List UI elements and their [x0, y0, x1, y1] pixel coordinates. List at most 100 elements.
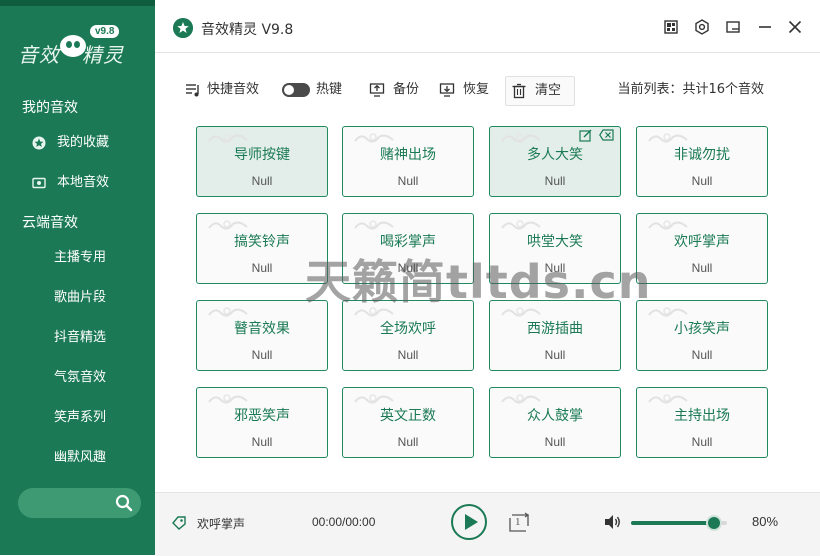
card-watermark-logo	[354, 307, 394, 317]
sound-card[interactable]: 搞笑铃声 Null	[196, 213, 328, 284]
card-watermark-logo	[501, 307, 541, 317]
skin-icon[interactable]	[662, 18, 680, 36]
sound-card[interactable]: 哄堂大笑 Null	[489, 213, 621, 284]
title-bar: 音效精灵 V9.8	[155, 0, 820, 53]
sound-card-hotkey: Null	[251, 174, 273, 188]
restore-label: 恢复	[463, 82, 490, 97]
sound-card[interactable]: 欢呼掌声 Null	[636, 213, 768, 284]
sound-card-hotkey: Null	[251, 348, 273, 362]
sound-card-name: 主持出场	[674, 408, 730, 424]
sound-card-hotkey: Null	[251, 261, 273, 275]
card-watermark-logo	[648, 133, 688, 143]
sound-card[interactable]: 英文正数 Null	[342, 387, 474, 458]
sound-card-hotkey: Null	[397, 174, 419, 188]
sound-card-name: 赌神出场	[380, 147, 436, 163]
edit-icon[interactable]	[579, 129, 592, 142]
sound-card[interactable]: 小孩笑声 Null	[636, 300, 768, 371]
card-watermark-logo	[648, 394, 688, 404]
sound-card[interactable]: 众人鼓掌 Null	[489, 387, 621, 458]
sound-card-hotkey: Null	[544, 435, 566, 449]
sound-card-name: 全场欢呼	[380, 321, 436, 337]
volume-fill	[631, 521, 714, 525]
volume-slider-handle[interactable]	[708, 517, 720, 529]
sound-card[interactable]: 西游插曲 Null	[489, 300, 621, 371]
search-input[interactable]	[18, 488, 141, 518]
sound-card[interactable]: 导师按键 Null	[196, 126, 328, 197]
sound-card-hotkey: Null	[544, 174, 566, 188]
sidebar-top-strip	[0, 0, 155, 6]
sound-card[interactable]: 非诚勿扰 Null	[636, 126, 768, 197]
loop-icon[interactable]: 1	[507, 512, 531, 534]
delete-icon[interactable]	[599, 129, 614, 141]
card-watermark-logo	[208, 394, 248, 404]
volume-icon[interactable]	[604, 514, 622, 530]
search-icon[interactable]	[115, 494, 133, 512]
now-playing-title: 欢呼掌声	[197, 517, 246, 531]
sound-card-hotkey: Null	[544, 348, 566, 362]
sidebar-item-laughter[interactable]: 笑声系列	[54, 406, 106, 425]
sound-card[interactable]: 赌神出场 Null	[342, 126, 474, 197]
sidebar-item-streamer[interactable]: 主播专用	[54, 246, 106, 265]
restore-icon	[439, 83, 455, 97]
sound-card-name: 导师按键	[234, 147, 290, 163]
sound-card-hotkey: Null	[397, 435, 419, 449]
app-logo: 音效 精灵 v9.8	[18, 25, 138, 70]
sidebar-item-favorites[interactable]: 我的收藏	[0, 127, 155, 159]
sound-card-hotkey: Null	[691, 261, 713, 275]
sound-card[interactable]: 邪恶笑声 Null	[196, 387, 328, 458]
logo-face-icon	[60, 35, 86, 57]
card-watermark-logo	[208, 220, 248, 230]
sound-card-name: 西游插曲	[527, 321, 583, 337]
sound-card-name: 多人大笑	[527, 147, 583, 163]
sound-card[interactable]: 喝彩掌声 Null	[342, 213, 474, 284]
sidebar-item-atmosphere[interactable]: 气氛音效	[54, 366, 106, 385]
sidebar-item-song-clips[interactable]: 歌曲片段	[54, 286, 106, 305]
cloud-sounds-heading[interactable]: 云端音效	[22, 212, 78, 232]
sidebar-item-local[interactable]: 本地音效	[0, 167, 155, 199]
close-icon[interactable]	[786, 18, 804, 36]
play-button[interactable]	[451, 504, 487, 540]
sound-tag-icon	[172, 516, 186, 530]
hotkey-toggle[interactable]: 热键	[282, 74, 352, 106]
playlist-icon	[186, 84, 199, 97]
app-icon	[173, 18, 193, 38]
sound-card[interactable]: 瞽音效果 Null	[196, 300, 328, 371]
app-title: 音效精灵 V9.8	[201, 22, 294, 38]
backup-button[interactable]: 备份	[369, 74, 425, 106]
local-folder-icon	[32, 177, 46, 189]
card-watermark-logo	[648, 220, 688, 230]
player-bar: 欢呼掌声 00:00/00:00 1 80%	[155, 492, 820, 556]
sound-card-name: 喝彩掌声	[380, 234, 436, 250]
sound-card-name: 非诚勿扰	[674, 147, 730, 163]
sidebar: 音效 精灵 v9.8 我的音效 我的收藏 本地音效 云端音效 主播专用 歌曲片段 …	[0, 0, 155, 555]
volume-percent: 80%	[752, 514, 779, 529]
sound-card[interactable]: 全场欢呼 Null	[342, 300, 474, 371]
sound-card-hotkey: Null	[251, 435, 273, 449]
clear-button[interactable]: 清空	[505, 76, 575, 106]
settings-icon[interactable]	[693, 18, 711, 36]
card-watermark-logo	[354, 394, 394, 404]
hotkey-switch[interactable]	[282, 83, 310, 97]
logo-version-badge: v9.8	[90, 25, 120, 38]
card-watermark-logo	[208, 307, 248, 317]
sidebar-item-humor[interactable]: 幽默风趣	[54, 446, 106, 465]
quick-sound-label: 快捷音效	[207, 82, 260, 97]
my-sounds-heading[interactable]: 我的音效	[22, 97, 78, 117]
sound-card-hotkey: Null	[397, 348, 419, 362]
card-watermark-logo	[501, 133, 541, 143]
restore-button[interactable]: 恢复	[439, 74, 495, 106]
loop-count: 1	[515, 516, 521, 528]
sound-card[interactable]: 多人大笑 Null	[489, 126, 621, 197]
sidebar-item-douyin[interactable]: 抖音精选	[54, 326, 106, 345]
sidebar-item-label: 本地音效	[57, 175, 110, 190]
sound-card-hotkey: Null	[691, 435, 713, 449]
toolbar: 快捷音效 热键 备份 恢复 清空 当前列表：共计16个音效	[155, 74, 820, 106]
minimize-icon[interactable]	[756, 18, 774, 36]
sound-card-hotkey: Null	[691, 348, 713, 362]
card-watermark-logo	[501, 394, 541, 404]
quick-sound-button[interactable]: 快捷音效	[185, 74, 265, 106]
sound-card-name: 小孩笑声	[674, 321, 730, 337]
minimize-window-icon[interactable]	[724, 18, 742, 36]
sound-card[interactable]: 主持出场 Null	[636, 387, 768, 458]
volume-slider[interactable]	[631, 517, 727, 529]
